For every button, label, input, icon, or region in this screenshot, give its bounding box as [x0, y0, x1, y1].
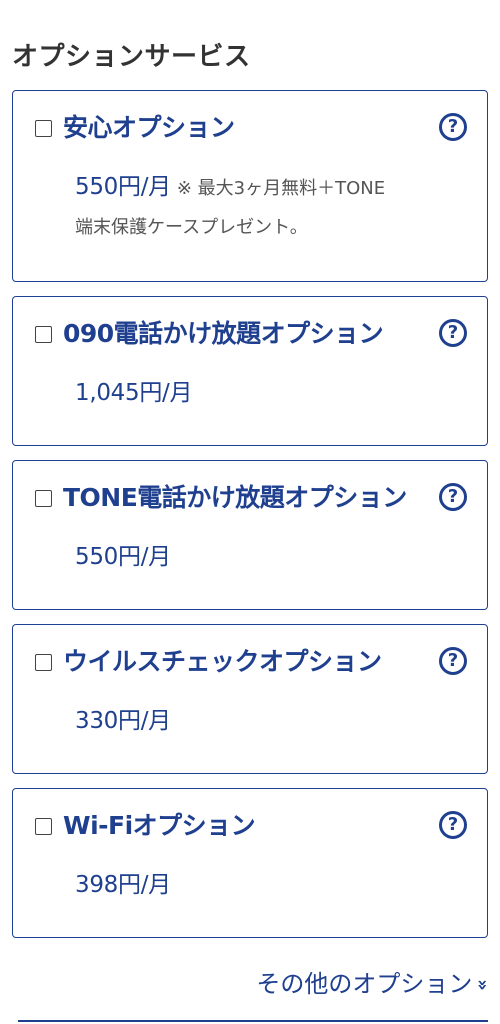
help-icon[interactable]: ? — [439, 483, 467, 511]
option-card-wifi: Wi-Fiオプション ? 398円/月 — [12, 788, 488, 938]
option-checkbox[interactable] — [35, 326, 52, 343]
double-chevron-down-icon: » — [472, 979, 494, 991]
option-price-line: 330円/月 — [75, 701, 171, 735]
option-card-anshin: 安心オプション ? 550円/月 ※ 最大3ヶ月無料＋TONE 端末保護ケースプレ… — [12, 90, 488, 282]
help-icon[interactable]: ? — [439, 319, 467, 347]
option-card-tone-unlimited-call: TONE電話かけ放題オプション ? 550円/月 — [12, 460, 488, 610]
option-card-virus-check: ウイルスチェックオプション ? 330円/月 — [12, 624, 488, 774]
option-note-continued: 端末保護ケースプレゼント。 — [75, 217, 308, 238]
option-checkbox[interactable] — [35, 654, 52, 671]
option-name[interactable]: Wi-Fiオプション — [63, 809, 256, 843]
help-icon[interactable]: ? — [439, 811, 467, 839]
help-icon[interactable]: ? — [439, 113, 467, 141]
option-note: ※ 最大3ヶ月無料＋TONE — [176, 178, 386, 199]
option-price: 1,045円/月 — [75, 380, 193, 406]
option-card-090-unlimited-call: 090電話かけ放題オプション ? 1,045円/月 — [12, 296, 488, 446]
option-services-page: オプションサービス 安心オプション ? 550円/月 ※ 最大3ヶ月無料＋TONE… — [0, 0, 500, 1024]
option-card-header: 090電話かけ放題オプション ? — [13, 317, 487, 357]
more-options-label: その他のオプション — [256, 970, 473, 998]
option-price-line: 398円/月 — [75, 865, 171, 899]
option-price: 550円/月 — [75, 544, 171, 570]
option-card-header: Wi-Fiオプション ? — [13, 809, 487, 849]
option-price: 398円/月 — [75, 872, 171, 898]
option-price-line: 1,045円/月 — [75, 373, 193, 407]
option-checkbox[interactable] — [35, 120, 52, 137]
option-name[interactable]: 090電話かけ放題オプション — [63, 317, 384, 351]
option-card-header: TONE電話かけ放題オプション ? — [13, 481, 487, 521]
option-name[interactable]: TONE電話かけ放題オプション — [63, 481, 407, 515]
option-price: 330円/月 — [75, 708, 171, 734]
option-name[interactable]: 安心オプション — [63, 111, 235, 145]
option-price-line: 550円/月 — [75, 537, 171, 571]
option-checkbox[interactable] — [35, 818, 52, 835]
section-title: オプションサービス — [12, 42, 251, 72]
option-name[interactable]: ウイルスチェックオプション — [63, 645, 382, 679]
option-card-header: 安心オプション ? — [13, 111, 487, 151]
option-price: 550円/月 — [75, 174, 171, 200]
help-icon[interactable]: ? — [439, 647, 467, 675]
option-price-line: 550円/月 ※ 最大3ヶ月無料＋TONE — [75, 167, 385, 201]
divider — [18, 1020, 488, 1022]
option-card-header: ウイルスチェックオプション ? — [13, 645, 487, 685]
more-options-link[interactable]: その他のオプション» — [256, 964, 494, 999]
option-checkbox[interactable] — [35, 490, 52, 507]
